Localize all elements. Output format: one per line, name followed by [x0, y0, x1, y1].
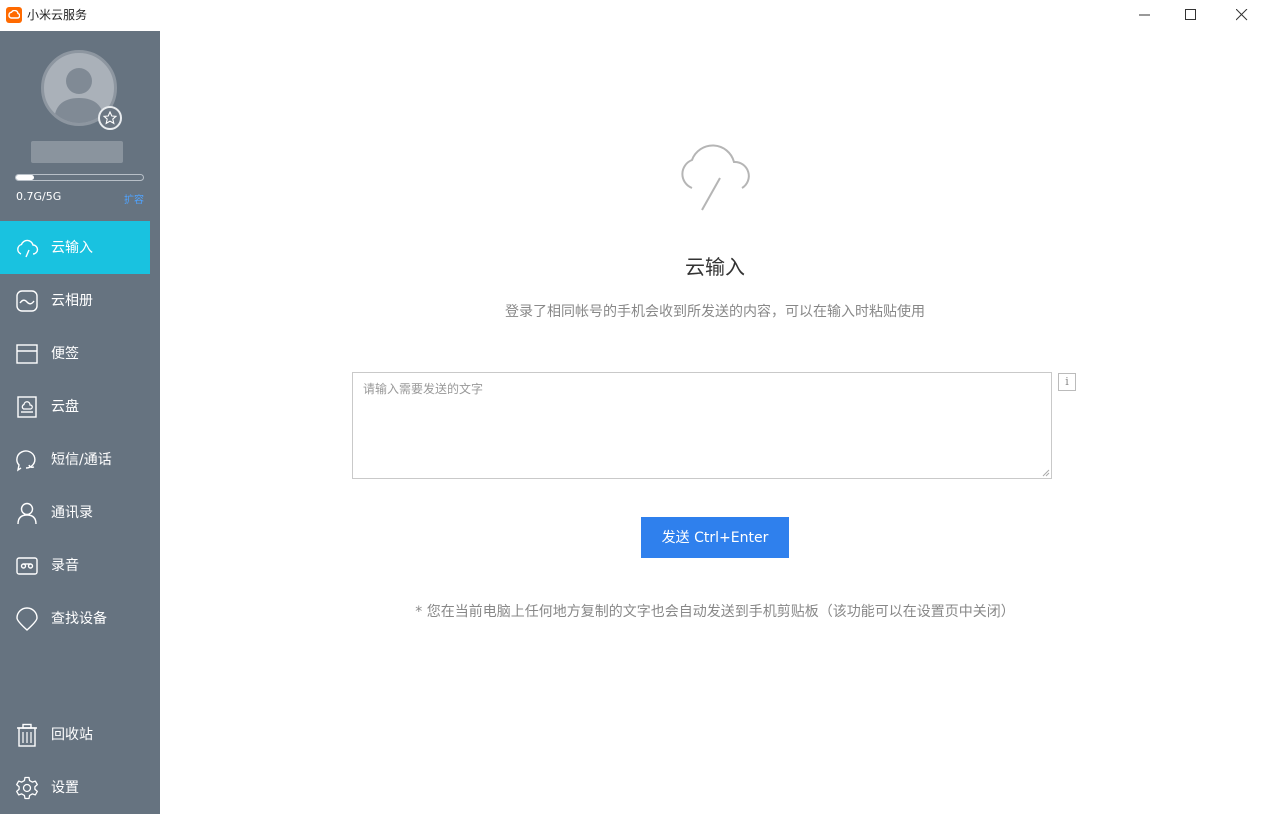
trash-icon — [17, 723, 37, 747]
find-device-icon — [16, 607, 38, 631]
nav-item-cloud-input[interactable]: 云输入 — [0, 221, 150, 274]
storage-progress-fill — [16, 175, 34, 180]
storage-progress-bar — [15, 174, 144, 181]
cloud-drive-icon — [17, 396, 37, 418]
nav-item-gallery[interactable]: 云相册 — [0, 274, 160, 327]
storage-usage-text: 0.7G/5G — [16, 190, 62, 203]
nav-item-cloud-drive[interactable]: 云盘 — [0, 380, 160, 433]
nav-label: 云盘 — [51, 399, 79, 415]
nav-label: 录音 — [51, 558, 79, 574]
nav-label: 查找设备 — [51, 611, 107, 627]
vip-badge-icon — [98, 106, 122, 130]
contacts-icon — [17, 502, 37, 525]
minimize-button[interactable] — [1122, 0, 1168, 31]
nav-item-find-device[interactable]: 查找设备 — [0, 592, 160, 645]
page-subtitle: 登录了相同帐号的手机会收到所发送的内容，可以在输入时粘贴使用 — [505, 304, 925, 320]
info-icon[interactable]: i — [1058, 373, 1076, 391]
notes-icon — [16, 344, 38, 364]
gear-icon — [16, 776, 38, 800]
sidebar: 0.7G/5G 扩容 云输入 云相册 便签 云盘 短信/通话 通讯录 录音 查找… — [0, 31, 160, 814]
nav-label: 设置 — [51, 780, 79, 796]
nav-label: 云相册 — [51, 293, 93, 309]
nav-item-recorder[interactable]: 录音 — [0, 539, 160, 592]
nav-item-settings[interactable]: 设置 — [0, 761, 160, 814]
nav-item-contacts[interactable]: 通讯录 — [0, 486, 160, 539]
nav-item-trash[interactable]: 回收站 — [0, 708, 160, 761]
window-title: 小米云服务 — [27, 8, 88, 22]
maximize-button[interactable] — [1168, 0, 1214, 31]
nav-label: 便签 — [51, 346, 79, 362]
recorder-icon — [16, 557, 38, 575]
title-bar: 小米云服务 — [0, 0, 1268, 31]
text-input-box — [352, 372, 1052, 479]
cloud-input-hero-icon — [672, 144, 756, 218]
cloud-input-icon — [17, 239, 39, 258]
close-button[interactable] — [1219, 0, 1265, 31]
expand-storage-link[interactable]: 扩容 — [124, 191, 144, 206]
nav-label: 短信/通话 — [51, 452, 112, 468]
username-placeholder — [31, 141, 123, 163]
send-text-input[interactable] — [353, 373, 1051, 478]
send-button[interactable]: 发送 Ctrl+Enter — [641, 517, 789, 558]
app-logo-icon — [6, 7, 22, 23]
sms-icon — [16, 450, 36, 472]
nav-label: 回收站 — [51, 727, 93, 743]
clipboard-sync-note: * 您在当前电脑上任何地方复制的文字也会自动发送到手机剪贴板（该功能可以在设置页… — [415, 604, 1015, 620]
nav-label: 通讯录 — [51, 505, 93, 521]
nav-item-sms-calls[interactable]: 短信/通话 — [0, 433, 160, 486]
page-title: 云输入 — [685, 255, 745, 279]
nav-label: 云输入 — [51, 240, 93, 256]
resize-grip-icon[interactable] — [1042, 469, 1050, 477]
nav-item-notes[interactable]: 便签 — [0, 327, 160, 380]
gallery-icon — [16, 290, 38, 312]
